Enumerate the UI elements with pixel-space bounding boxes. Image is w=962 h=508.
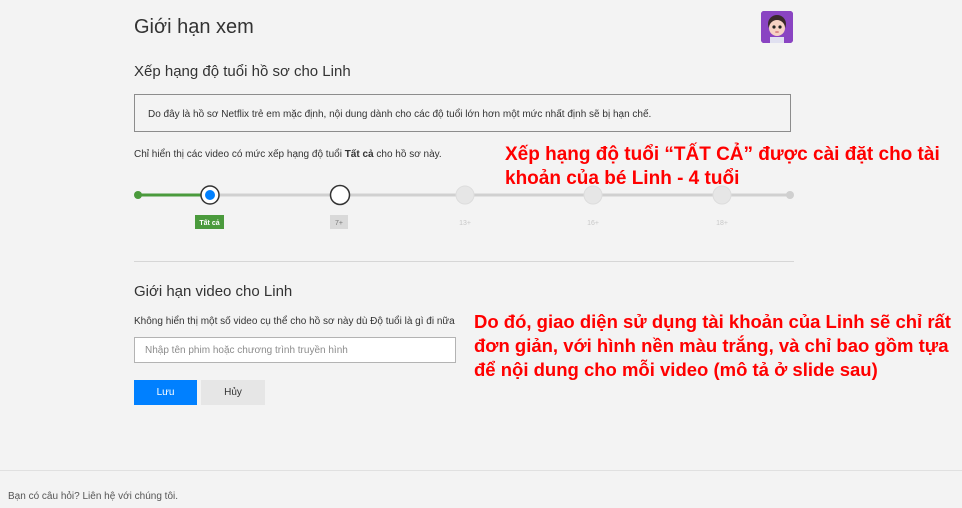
cancel-button[interactable]: Hủy (201, 380, 265, 405)
rating-description: Chỉ hiển thị các video có mức xếp hạng đ… (134, 149, 442, 160)
rating-description-suffix: cho hồ sơ này. (373, 149, 442, 160)
level-label-13: 13+ (459, 220, 471, 227)
rating-description-prefix: Chỉ hiển thị các video có mức xếp hạng đ… (134, 149, 345, 160)
avatar-baby-icon (761, 11, 793, 43)
level-label-16: 16+ (587, 220, 599, 227)
slider-level-7[interactable] (329, 184, 351, 206)
slider-level-all[interactable] (200, 185, 220, 205)
annotation-rating-note: Xếp hạng độ tuổi “TẤT CẢ” được cài đặt c… (505, 144, 940, 189)
footer-divider (0, 470, 962, 471)
block-description: Không hiển thị một số video cụ thể cho h… (134, 316, 455, 327)
footer-contact-link[interactable]: Bạn có câu hỏi? Liên hệ với chúng tôi. (8, 491, 178, 502)
slider-start-dot (134, 191, 142, 199)
block-section-title: Giới hạn video cho Linh (134, 283, 293, 300)
level-label-all: Tất cả (199, 219, 219, 227)
level-label-18: 18+ (716, 220, 728, 227)
title-search-input[interactable] (134, 337, 456, 363)
profile-avatar[interactable] (761, 11, 793, 43)
annotation-interface-note: Do đó, giao diện sử dụng tài khoản của L… (474, 311, 951, 380)
kids-profile-notice: Do đây là hồ sơ Netflix trẻ em mặc định,… (134, 94, 791, 132)
slider-level-13[interactable] (455, 185, 475, 205)
rating-description-level: Tất cả (344, 149, 374, 160)
save-button[interactable]: Lưu (134, 380, 197, 405)
rating-section-title: Xếp hạng độ tuổi hồ sơ cho Linh (134, 63, 351, 80)
page-title: Giới hạn xem (134, 16, 254, 38)
level-label-7: 7+ (335, 220, 343, 227)
slider-end-dot (786, 191, 794, 199)
section-divider (134, 261, 794, 262)
